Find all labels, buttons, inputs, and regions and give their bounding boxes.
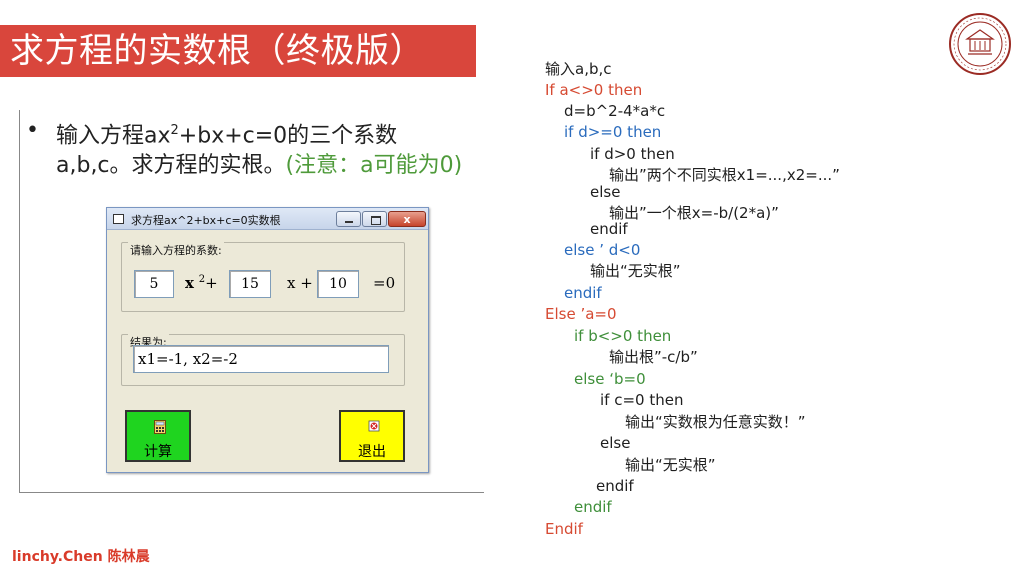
code-line: else <box>600 434 631 452</box>
quadratic-solver-window: 求方程ax^2+bx+c=0实数根 x 请输入方程的系数: 5 x 2+ 15 … <box>106 207 429 473</box>
exit-button[interactable]: 退出 <box>339 410 405 462</box>
window-title: 求方程ax^2+bx+c=0实数根 <box>131 214 281 227</box>
code-line: endif <box>574 498 612 516</box>
code-line: 输出”一个根x=-b/(2*a)” <box>609 204 779 222</box>
code-line: 输入a,b,c <box>545 60 612 78</box>
exit-label: 退出 <box>358 444 386 460</box>
code-line: 输出“实数根为任意实数！” <box>625 413 806 431</box>
bullet-line1-pre: 输入方程ax <box>56 123 171 149</box>
bullet-line2: a,b,c。求方程的实根。 <box>56 153 286 179</box>
code-line: else ‘b=0 <box>574 370 646 388</box>
equals-zero-label: =0 <box>373 274 396 292</box>
bullet-note: (注意：a可能为0) <box>285 153 463 179</box>
calculate-button[interactable]: 计算 <box>125 410 191 462</box>
university-seal-logo <box>949 13 1011 75</box>
bullet-line1-sup: 2 <box>170 123 179 138</box>
x-label: x + <box>287 274 313 292</box>
code-line: Endif <box>545 520 583 538</box>
code-line: 输出“无实根” <box>590 262 681 280</box>
code-line: If a<>0 then <box>545 81 643 99</box>
code-line: if d>=0 then <box>564 123 662 141</box>
code-line: 输出”两个不同实根x1=...,x2=...” <box>609 166 840 184</box>
code-line: Else ’a=0 <box>545 305 617 323</box>
coef-b-input[interactable]: 15 <box>229 270 271 298</box>
x-squared-label: x 2+ <box>185 274 218 292</box>
minimize-button[interactable] <box>336 211 361 227</box>
code-line: endif <box>564 284 602 302</box>
code-line: if b<>0 then <box>574 327 672 345</box>
bullet-point: • 输入方程ax2+bx+c=0的三个系数 a,b,c。求方程的实根。(注意：a… <box>26 116 476 181</box>
author-signature: linchy.Chen 陈林晨 <box>12 546 150 566</box>
slide-title: 求方程的实数根（终极版） <box>0 25 476 77</box>
app-icon <box>113 214 124 224</box>
maximize-button[interactable] <box>362 211 387 227</box>
code-line: 输出“无实根” <box>625 456 716 474</box>
close-icon: x <box>403 213 411 226</box>
close-button[interactable]: x <box>388 211 426 227</box>
code-line: endif <box>590 220 628 238</box>
bullet-line1-post: +bx+c=0的三个系数 <box>178 123 398 149</box>
stop-icon <box>368 420 380 432</box>
calculator-icon <box>154 420 166 434</box>
calculate-label: 计算 <box>144 444 172 460</box>
bullet-text: 输入方程ax2+bx+c=0的三个系数 a,b,c。求方程的实根。(注意：a可能… <box>56 116 476 181</box>
result-output[interactable]: x1=-1, x2=-2 <box>133 345 389 373</box>
author-chinese: 陈林晨 <box>107 549 150 565</box>
coef-c-input[interactable]: 10 <box>317 270 359 298</box>
window-titlebar[interactable]: 求方程ax^2+bx+c=0实数根 x <box>107 208 428 230</box>
code-line: else <box>590 183 621 201</box>
coef-a-input[interactable]: 5 <box>134 270 174 298</box>
coefficient-legend: 请输入方程的系数: <box>128 242 224 258</box>
author-latin: linchy.Chen <box>12 549 103 565</box>
code-line: if c=0 then <box>600 391 684 409</box>
code-line: d=b^2-4*a*c <box>564 102 666 120</box>
code-line: if d>0 then <box>590 145 675 163</box>
code-line: endif <box>596 477 634 495</box>
content-frame-bottom <box>19 492 484 493</box>
bullet-symbol: • <box>26 118 39 143</box>
content-frame-left <box>19 110 20 493</box>
code-line: 输出根”-c/b” <box>609 348 698 366</box>
code-line: else ’ d<0 <box>564 241 641 259</box>
